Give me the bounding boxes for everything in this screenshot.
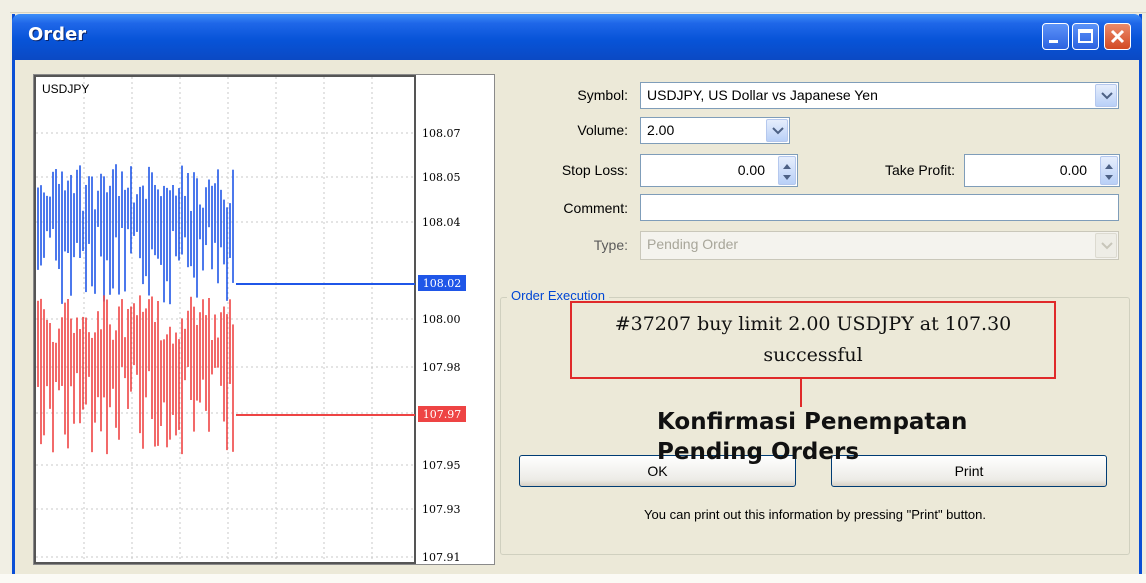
desktop-background-top <box>0 0 1146 13</box>
print-button[interactable]: Print <box>831 455 1107 487</box>
print-button-label: Print <box>954 463 984 479</box>
take-profit-spinner[interactable] <box>1100 156 1118 185</box>
execution-result-line1: #37207 buy limit 2.00 USDJPY at 107.30 <box>614 313 1012 335</box>
minimize-icon <box>1049 40 1058 43</box>
price-tick-label: 108.00 <box>422 313 461 326</box>
bid-price-bars <box>37 295 234 455</box>
ask-price-marker-label: 108.02 <box>423 277 462 290</box>
annotation-line2: Pending Orders <box>657 439 860 465</box>
maximize-button[interactable] <box>1072 23 1099 50</box>
execution-result-line2: successful <box>763 344 863 366</box>
type-dropdown-button[interactable] <box>1095 233 1117 258</box>
chevron-down-icon <box>1101 91 1113 99</box>
type-label: Type: <box>593 237 628 253</box>
chevron-down-icon <box>1101 241 1113 249</box>
type-select[interactable]: Pending Order <box>640 231 1119 260</box>
spinner-arrows-icon <box>1105 164 1113 180</box>
comment-input[interactable] <box>640 194 1119 221</box>
ok-button-label: OK <box>647 463 668 479</box>
price-tick-label: 107.98 <box>422 361 461 374</box>
comment-label: Comment: <box>563 200 628 216</box>
symbol-label: Symbol: <box>577 87 628 103</box>
symbol-dropdown-button[interactable] <box>1095 84 1117 107</box>
desktop-background-bottom <box>0 574 1146 583</box>
price-tick-label: 108.05 <box>422 171 461 184</box>
bid-price-marker-label: 107.97 <box>423 408 462 421</box>
stop-loss-input[interactable]: 0.00 <box>640 154 798 187</box>
annotation-connector <box>800 379 802 407</box>
price-tick-label: 107.91 <box>422 551 461 564</box>
price-tick-label: 107.93 <box>422 503 461 516</box>
order-dialog: Order USDJPY 108.07 108.05 108.04 108.00 107… <box>12 14 1142 580</box>
take-profit-value: 0.00 <box>1059 162 1087 178</box>
chevron-down-icon <box>772 126 784 134</box>
volume-dropdown-button[interactable] <box>766 119 788 142</box>
tick-chart-canvas: USDJPY 108.07 108.05 108.04 108.00 107.98 107… <box>34 75 466 564</box>
spinner-arrows-icon <box>783 164 791 180</box>
price-tick-label: 107.95 <box>422 459 461 472</box>
price-chart: USDJPY 108.07 108.05 108.04 108.00 107.98 107… <box>33 74 495 565</box>
take-profit-label: Take Profit: <box>884 162 955 178</box>
type-value: Pending Order <box>647 236 739 252</box>
desktop-background-left <box>0 12 10 583</box>
ask-price-bars <box>37 164 234 305</box>
volume-select[interactable]: 2.00 <box>640 117 790 144</box>
price-tick-label: 108.04 <box>422 216 461 229</box>
print-hint-text: You can print out this information by pr… <box>644 507 986 522</box>
execution-result-highlight: #37207 buy limit 2.00 USDJPY at 107.30 s… <box>570 301 1056 379</box>
stop-loss-value: 0.00 <box>737 162 765 178</box>
price-tick-label: 108.07 <box>422 127 461 140</box>
annotation-line1: Konfirmasi Penempatan <box>657 409 968 435</box>
minimize-button[interactable] <box>1042 23 1069 50</box>
symbol-select[interactable]: USDJPY, US Dollar vs Japanese Yen <box>640 82 1119 109</box>
close-button[interactable] <box>1104 23 1131 50</box>
take-profit-input[interactable]: 0.00 <box>964 154 1120 187</box>
maximize-icon <box>1078 29 1093 43</box>
volume-label: Volume: <box>577 122 628 138</box>
window-title: Order <box>28 24 87 45</box>
stop-loss-spinner[interactable] <box>778 156 796 185</box>
chart-symbol-label: USDJPY <box>42 82 89 96</box>
volume-value: 2.00 <box>647 122 675 138</box>
title-bar[interactable]: Order <box>12 14 1142 60</box>
close-icon <box>1110 29 1125 44</box>
stop-loss-label: Stop Loss: <box>561 162 628 178</box>
symbol-value: USDJPY, US Dollar vs Japanese Yen <box>647 87 878 103</box>
